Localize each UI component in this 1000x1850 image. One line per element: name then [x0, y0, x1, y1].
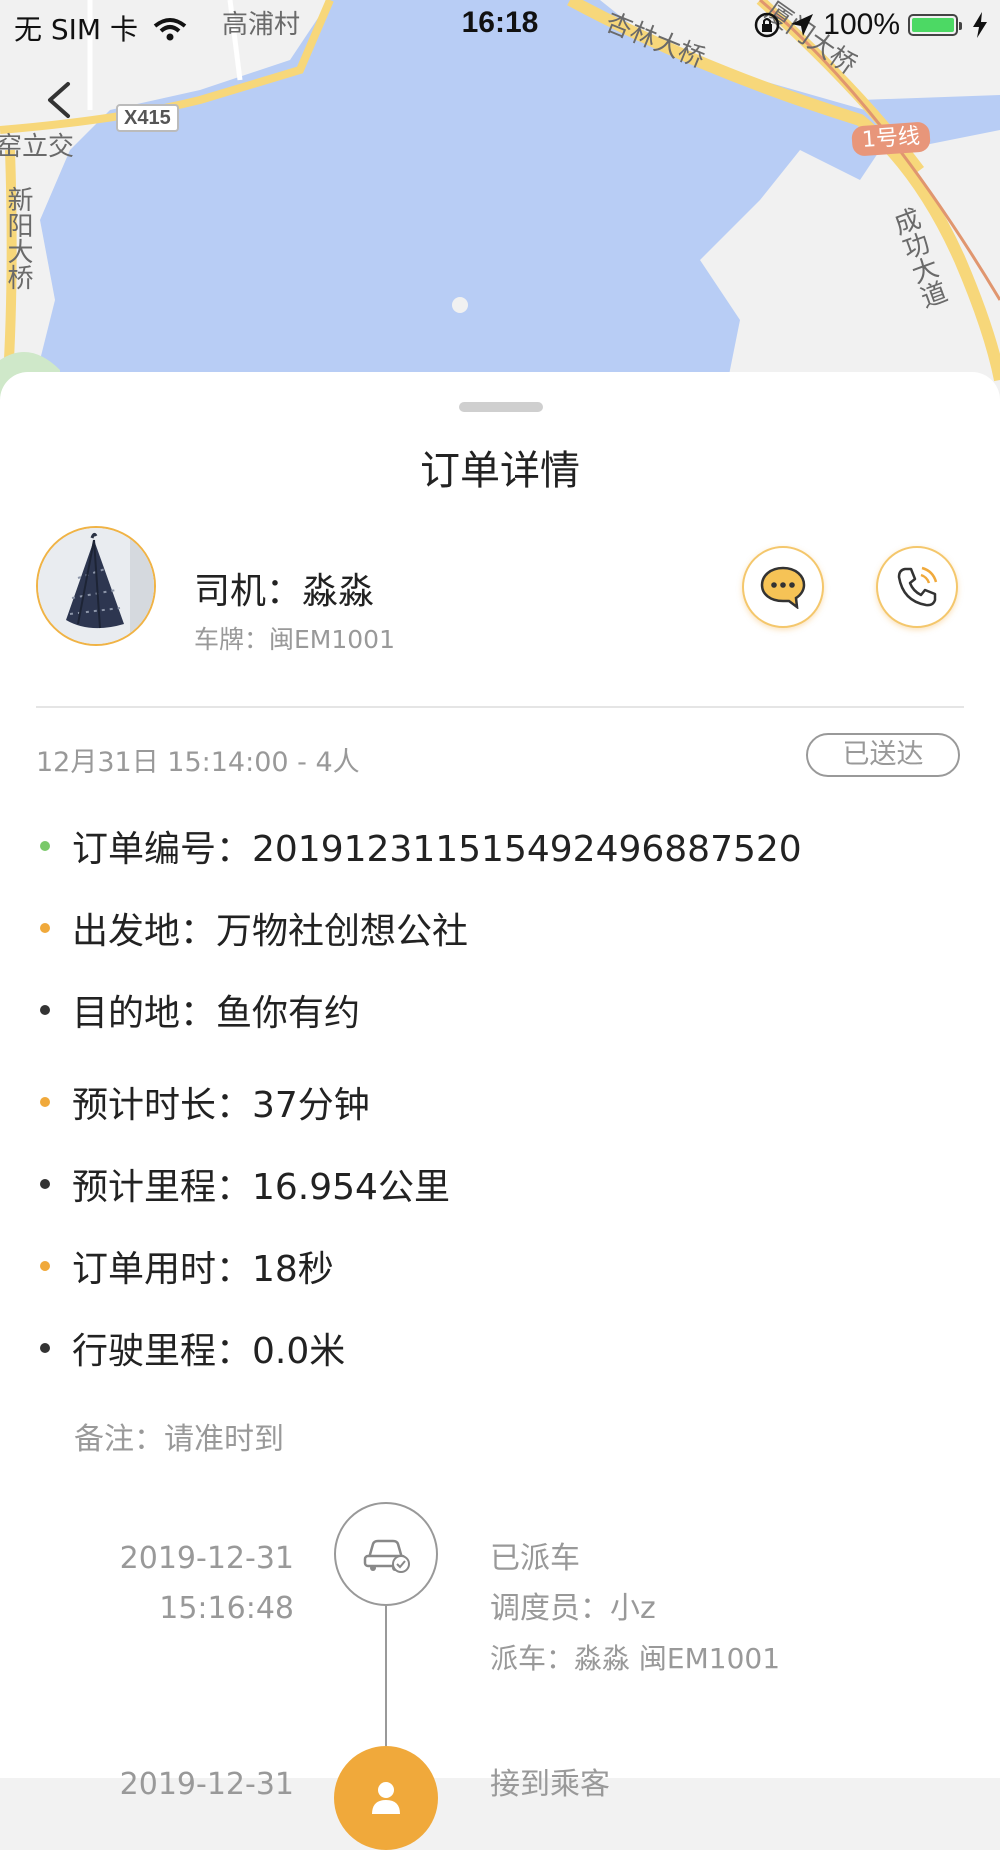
- chevron-left-icon: [48, 82, 70, 118]
- timeline-node-active: [334, 1746, 438, 1850]
- order-detail-sheet: 订单详情 司机：淼淼 车牌：闽EM1001 12月31日 15:14:00 - …: [0, 372, 1000, 1850]
- battery-level: [912, 18, 954, 32]
- timeline-detail: 调度员：小z: [490, 1591, 656, 1626]
- charging-bolt-icon: [973, 12, 987, 38]
- origin-item: 出发地：万物社创想公社: [40, 902, 468, 954]
- bullet-dot: [40, 1005, 50, 1015]
- estimated-distance-item: 预计里程：16.954公里: [40, 1158, 450, 1210]
- road-number-badge: X415: [116, 104, 179, 132]
- status-badge: 已送达: [806, 733, 960, 777]
- timeline-date: 2019-12-31: [119, 1541, 294, 1576]
- bullet-dot: [40, 841, 50, 851]
- order-number-item: 订单编号：201912311515492496887520: [40, 820, 802, 872]
- divider: [36, 706, 964, 708]
- timeline-title: 接到乘客: [490, 1767, 610, 1802]
- timeline-date: 2019-12-31: [119, 1767, 294, 1802]
- battery-percent: 100%: [823, 8, 900, 41]
- page-title: 订单详情: [420, 448, 580, 494]
- map-label: 窑立交: [0, 132, 75, 162]
- call-button[interactable]: [876, 546, 958, 628]
- timeline-detail: 派车：淼淼 闽EM1001: [490, 1642, 781, 1675]
- item-text: 订单用时：18秒: [72, 1249, 334, 1290]
- chat-button[interactable]: [742, 546, 824, 628]
- item-text: 行驶里程：0.0米: [72, 1331, 346, 1372]
- map-view[interactable]: 高浦村 杏林大桥 厦门大桥 X415 1号线 成功大道 新阳大桥 窑立交: [0, 0, 1000, 420]
- timeline-title: 已派车: [490, 1541, 580, 1576]
- car-check-icon: [363, 1539, 410, 1573]
- umbrella-photo-icon: [38, 528, 154, 644]
- bullet-dot: [40, 1179, 50, 1189]
- remark: 备注：请准时到: [74, 1422, 284, 1457]
- sheet-drag-handle[interactable]: [459, 402, 543, 412]
- battery-icon: [908, 14, 962, 36]
- phone-icon: [897, 566, 938, 607]
- bullet-dot: [40, 923, 50, 933]
- passenger-icon: [372, 1782, 400, 1814]
- timeline-node: [334, 1502, 438, 1606]
- driver-name: 司机：淼淼: [194, 571, 375, 612]
- destination-item: 目的地：鱼你有约: [40, 984, 360, 1036]
- item-text: 订单编号：201912311515492496887520: [72, 829, 802, 870]
- status-bar: 无 SIM 卡 16:18 100%: [0, 0, 1000, 50]
- back-button[interactable]: [40, 78, 80, 122]
- order-time: 12月31日 15:14:00 - 4人: [36, 747, 360, 778]
- driven-distance-item: 行驶里程：0.0米: [40, 1322, 345, 1374]
- item-text: 出发地：万物社创想公社: [72, 911, 469, 952]
- bullet-dot: [40, 1343, 50, 1353]
- item-text: 预计里程：16.954公里: [72, 1167, 450, 1208]
- item-text: 目的地：鱼你有约: [72, 993, 361, 1034]
- location-arrow-icon: [791, 14, 814, 36]
- bullet-dot: [40, 1097, 50, 1107]
- chat-bubble-icon: [760, 566, 806, 609]
- timeline-connector: [385, 1606, 387, 1746]
- bullet-dot: [40, 1261, 50, 1271]
- status-indicators: 100%: [753, 8, 988, 42]
- map-label: 新阳大桥: [3, 186, 33, 290]
- driver-avatar: [36, 526, 156, 646]
- estimated-duration-item: 预计时长：37分钟: [40, 1076, 370, 1128]
- driver-plate: 车牌：闽EM1001: [194, 625, 395, 654]
- orientation-lock-icon: [755, 12, 780, 38]
- timeline-time: 15:16:48: [159, 1591, 294, 1626]
- metro-line-badge: 1号线: [851, 121, 931, 157]
- item-text: 预计时长：37分钟: [72, 1085, 370, 1126]
- order-duration-item: 订单用时：18秒: [40, 1240, 334, 1292]
